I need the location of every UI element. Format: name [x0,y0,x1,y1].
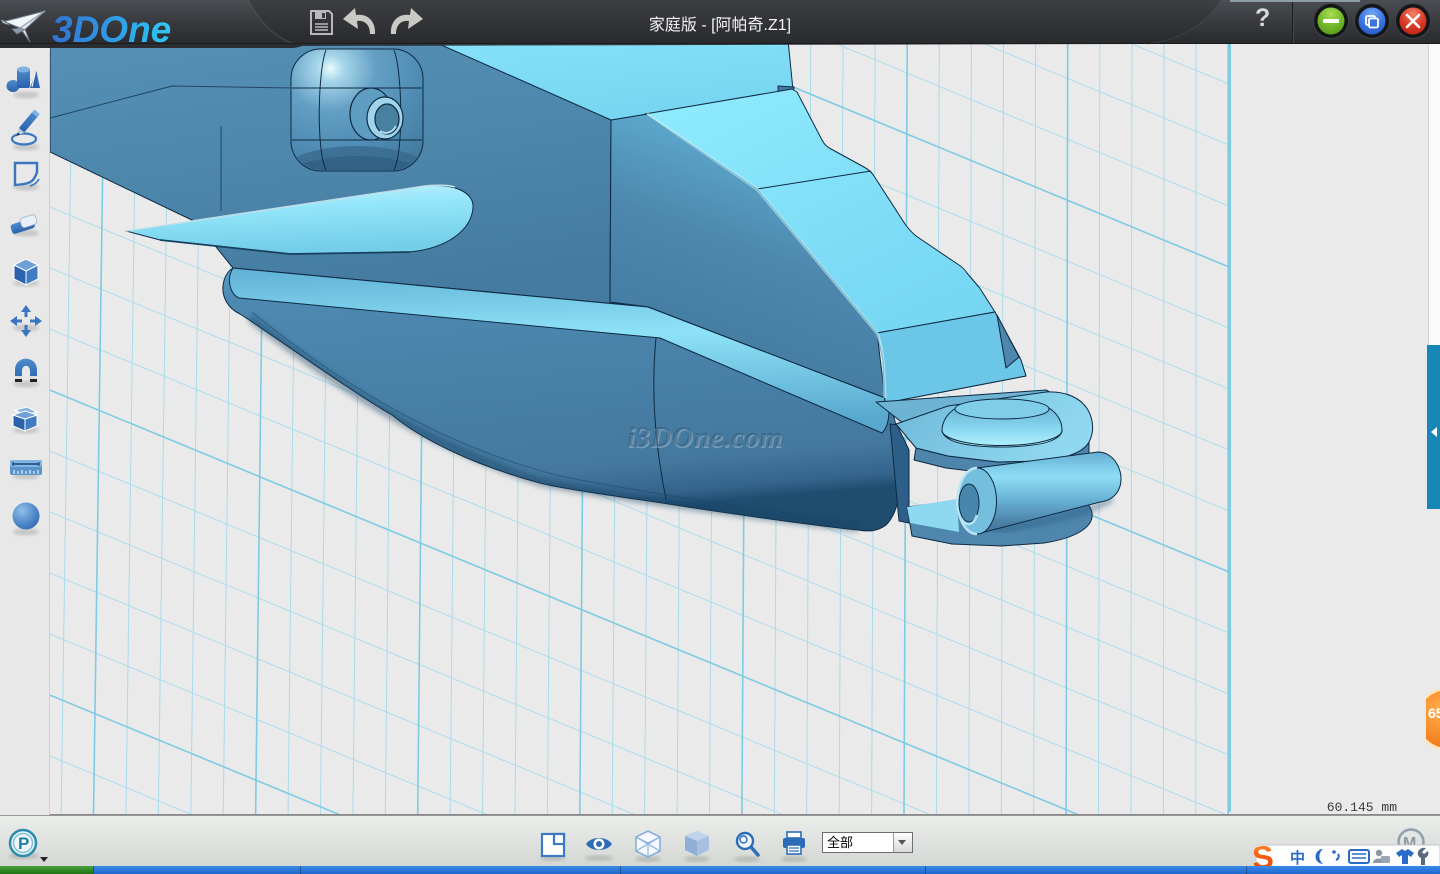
svg-text:60.145 mm: 60.145 mm [1327,800,1397,815]
svg-text:65: 65 [1428,705,1440,721]
svg-text:i3DOne.com: i3DOne.com [627,421,783,453]
svg-text:P: P [18,834,29,853]
svg-text:中: 中 [1290,849,1305,867]
